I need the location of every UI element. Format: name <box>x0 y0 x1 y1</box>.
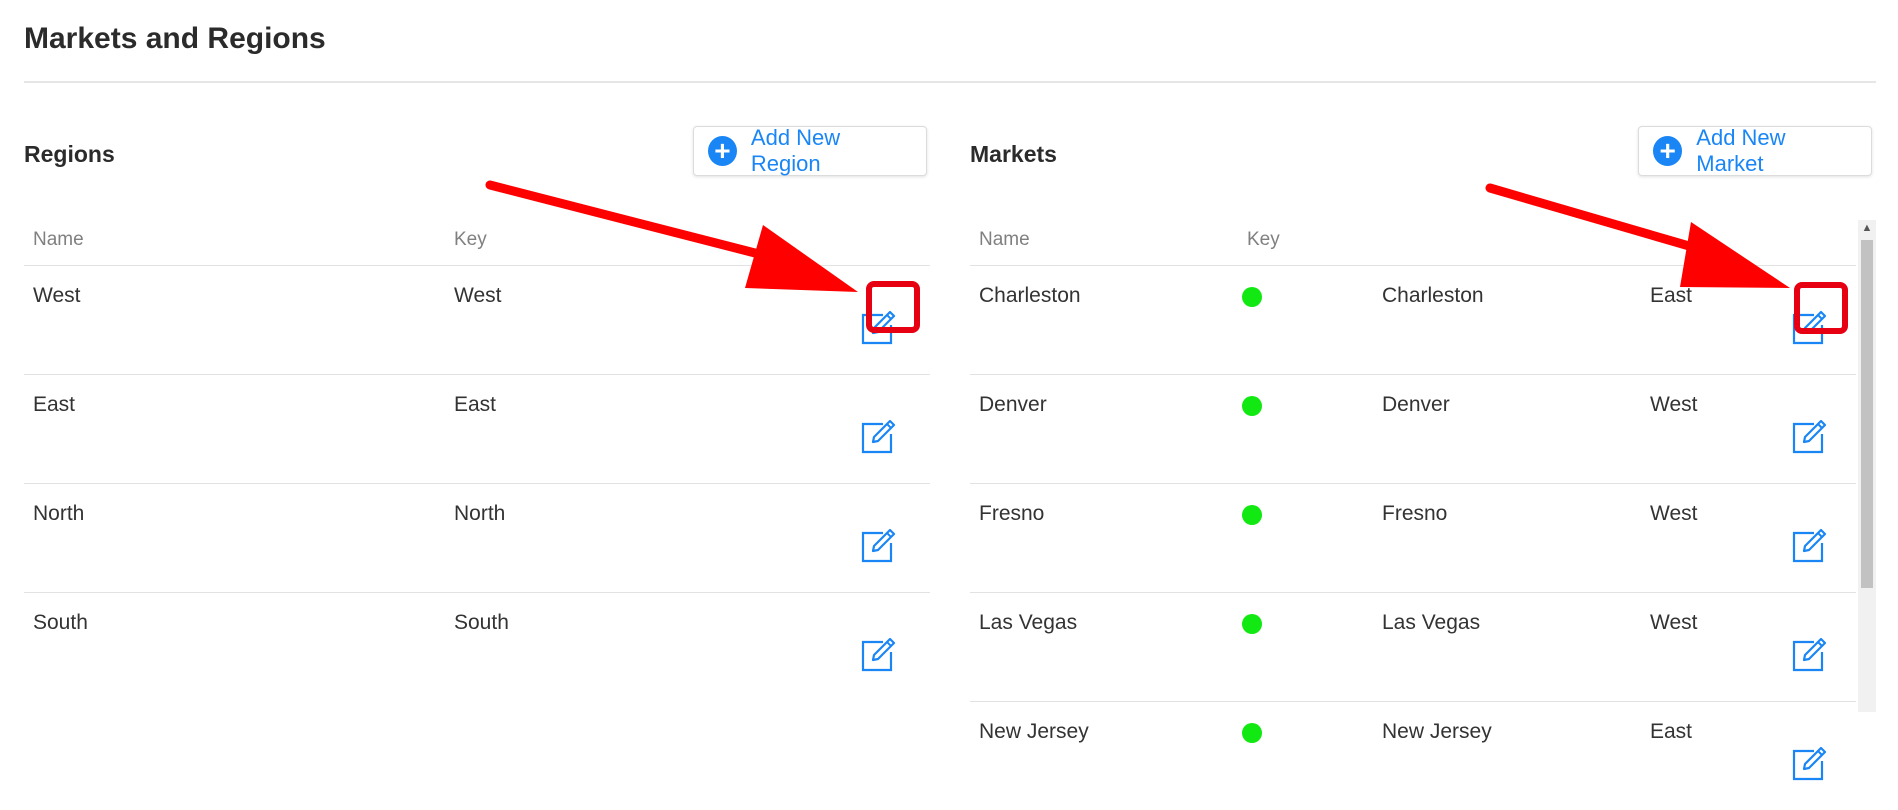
status-dot <box>1242 505 1262 525</box>
edit-pencil-icon[interactable] <box>1790 745 1828 783</box>
region-key: East <box>445 375 826 484</box>
status-dot <box>1242 614 1262 634</box>
table-row: New Jersey New Jersey East <box>970 702 1856 810</box>
add-new-region-button[interactable]: + Add New Region <box>693 126 927 176</box>
market-name: Charleston <box>970 266 1238 375</box>
table-row: West West <box>24 266 930 375</box>
scroll-up-arrow-icon[interactable]: ▲ <box>1860 220 1874 236</box>
plus-circle-icon: + <box>1653 136 1682 166</box>
table-row: South South <box>24 593 930 702</box>
status-cell <box>1238 702 1373 810</box>
add-new-market-button[interactable]: + Add New Market <box>1638 126 1872 176</box>
region-name: West <box>24 266 445 375</box>
scrollbar-thumb[interactable] <box>1861 240 1873 588</box>
status-cell <box>1238 266 1373 375</box>
status-dot <box>1242 396 1262 416</box>
regions-header-row: Name Key <box>24 215 930 266</box>
market-key: Fresno <box>1373 484 1641 593</box>
region-key: West <box>445 266 826 375</box>
edit-pencil-icon[interactable] <box>1790 309 1828 347</box>
table-row: Fresno Fresno West <box>970 484 1856 593</box>
market-name: Denver <box>970 375 1238 484</box>
edit-pencil-icon[interactable] <box>859 636 897 674</box>
edit-pencil-icon[interactable] <box>859 527 897 565</box>
region-name: North <box>24 484 445 593</box>
market-name: Las Vegas <box>970 593 1238 702</box>
market-key: New Jersey <box>1373 702 1641 810</box>
edit-cell <box>1761 593 1856 702</box>
edit-cell <box>1761 484 1856 593</box>
column-header-key: Key <box>1238 215 1373 266</box>
status-cell <box>1238 484 1373 593</box>
edit-cell <box>1761 375 1856 484</box>
column-header-key: Key <box>445 215 826 266</box>
edit-pencil-icon[interactable] <box>859 418 897 456</box>
plus-circle-icon: + <box>708 136 737 166</box>
market-region: East <box>1641 266 1761 375</box>
market-key: Las Vegas <box>1373 593 1641 702</box>
edit-cell <box>826 484 930 593</box>
status-cell <box>1238 593 1373 702</box>
column-header-actions <box>826 215 930 266</box>
region-key: North <box>445 484 826 593</box>
markets-title: Markets <box>970 141 1057 168</box>
edit-cell <box>1761 702 1856 810</box>
column-header-name: Name <box>970 215 1238 266</box>
edit-pencil-icon[interactable] <box>1790 636 1828 674</box>
regions-table: Name Key West West East East North North <box>24 215 930 701</box>
table-row: Las Vegas Las Vegas West <box>970 593 1856 702</box>
table-row: Charleston Charleston East <box>970 266 1856 375</box>
edit-pencil-icon[interactable] <box>859 309 897 347</box>
table-row: East East <box>24 375 930 484</box>
market-key: Charleston <box>1373 266 1641 375</box>
market-region: West <box>1641 484 1761 593</box>
region-name: East <box>24 375 445 484</box>
edit-pencil-icon[interactable] <box>1790 418 1828 456</box>
title-divider <box>24 81 1876 83</box>
edit-cell <box>1761 266 1856 375</box>
table-row: Denver Denver West <box>970 375 1856 484</box>
market-region: West <box>1641 593 1761 702</box>
region-key: South <box>445 593 826 702</box>
market-region: West <box>1641 375 1761 484</box>
edit-pencil-icon[interactable] <box>1790 527 1828 565</box>
regions-title: Regions <box>24 141 115 168</box>
status-dot <box>1242 287 1262 307</box>
market-name: Fresno <box>970 484 1238 593</box>
column-header-blank <box>1641 215 1761 266</box>
column-header-blank <box>1373 215 1641 266</box>
table-row: North North <box>24 484 930 593</box>
edit-cell <box>826 266 930 375</box>
add-new-region-label: Add New Region <box>751 125 910 177</box>
region-name: South <box>24 593 445 702</box>
market-region: East <box>1641 702 1761 810</box>
status-dot <box>1242 723 1262 743</box>
edit-cell <box>826 375 930 484</box>
markets-header-row: Name Key <box>970 215 1856 266</box>
column-header-actions <box>1761 215 1856 266</box>
market-name: New Jersey <box>970 702 1238 810</box>
column-header-name: Name <box>24 215 445 266</box>
edit-cell <box>826 593 930 702</box>
add-new-market-label: Add New Market <box>1696 125 1855 177</box>
markets-table: Name Key Charleston Charleston East Denv… <box>970 215 1856 810</box>
page-title: Markets and Regions <box>24 22 326 56</box>
status-cell <box>1238 375 1373 484</box>
market-key: Denver <box>1373 375 1641 484</box>
